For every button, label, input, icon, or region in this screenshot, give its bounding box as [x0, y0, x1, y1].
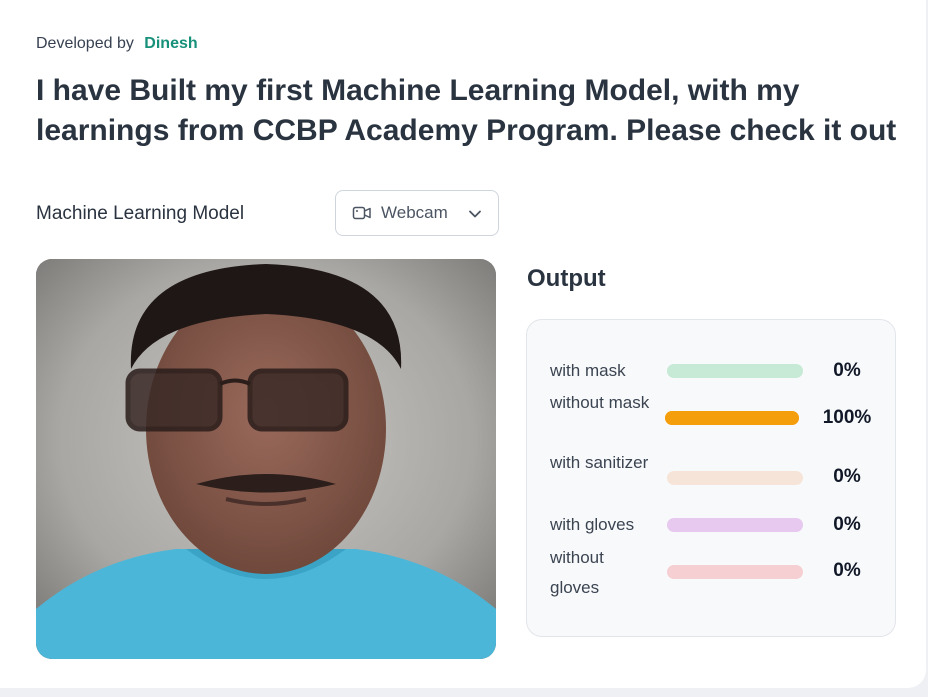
webcam-image	[36, 259, 496, 659]
developer-credit: Developed by Dinesh	[36, 35, 198, 53]
prediction-percent: 0%	[833, 514, 861, 535]
chevron-down-icon	[467, 206, 483, 222]
prediction-bar	[667, 471, 803, 485]
prediction-label: with mask	[550, 361, 626, 380]
prediction-label: without mask	[550, 393, 650, 412]
prediction-percent: 0%	[833, 466, 861, 487]
prediction-percent: 0%	[833, 560, 861, 581]
page-headline: I have Built my first Machine Learning M…	[36, 74, 897, 147]
prediction-percent: 0%	[833, 360, 861, 381]
source-dropdown[interactable]: Webcam	[335, 190, 499, 236]
prediction-bar	[667, 518, 803, 532]
developed-by-label: Developed by	[36, 35, 134, 52]
main-card: Developed by Dinesh I have Built my firs…	[0, 0, 926, 688]
prediction-label: with sanitizer	[550, 453, 649, 472]
prediction-label: with gloves	[550, 515, 635, 534]
author-name: Dinesh	[144, 35, 198, 52]
prediction-bar	[665, 411, 799, 425]
prediction-label: without gloves	[550, 548, 604, 597]
prediction-bar	[667, 565, 803, 579]
video-camera-icon	[352, 205, 372, 221]
prediction-percent: 100%	[822, 407, 872, 428]
source-dropdown-label: Webcam	[381, 203, 448, 222]
prediction-bar	[667, 364, 803, 378]
output-panel: with mask 0% without mask 100% with sani…	[526, 319, 896, 637]
prediction-bar-fill	[665, 411, 799, 425]
webcam-feed	[36, 259, 496, 659]
output-title: Output	[527, 265, 606, 292]
model-label: Machine Learning Model	[36, 203, 245, 224]
